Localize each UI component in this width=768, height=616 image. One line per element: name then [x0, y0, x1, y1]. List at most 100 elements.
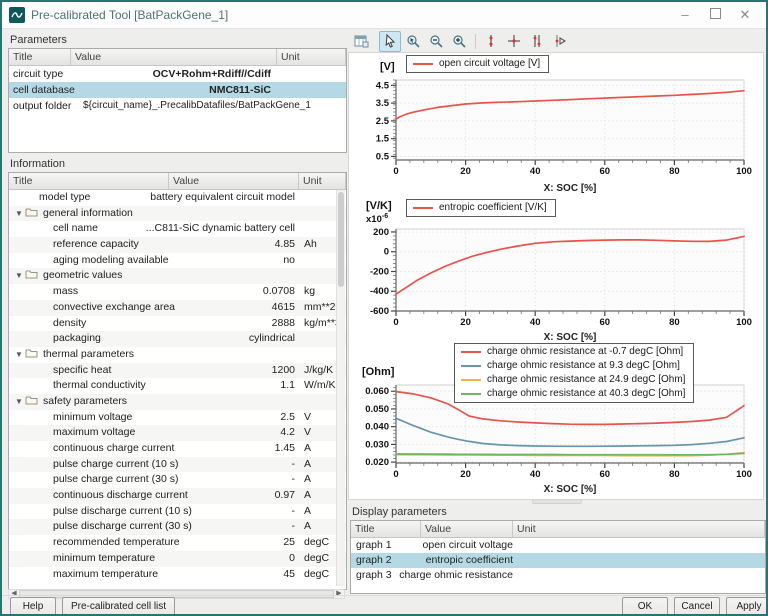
table-header: TitleValueUnit	[351, 521, 765, 538]
information-row-pulse-discharge-current-30-s-[interactable]: pulse discharge current (30 s)-A	[9, 519, 346, 535]
information-row-general-information[interactable]: ▼general information	[9, 206, 346, 222]
row-value: OCV+Rohm+Rdiff//Cdiff	[71, 66, 277, 82]
parameters-row-cell-database[interactable]: cell databaseNMC811-SiC	[9, 82, 346, 98]
row-title: pulse charge current (10 s)	[9, 457, 169, 473]
row-value: 1.1	[169, 378, 299, 394]
display-parameters-row-graph-3[interactable]: graph 3charge ohmic resistance	[351, 568, 765, 583]
display-parameters-row-graph-2[interactable]: graph 2entropic coefficient	[351, 553, 765, 568]
tree-collapse-caret-icon[interactable]: ▼	[15, 206, 25, 222]
precalibrated-cell-list-button[interactable]: Pre-calibrated cell list	[62, 597, 175, 616]
apply-button[interactable]: Apply	[726, 597, 768, 616]
information-table: TitleValueUnitmodel typebattery equivale…	[8, 172, 347, 590]
information-row-specific-heat[interactable]: specific heat1200J/kg/K	[9, 363, 346, 379]
minimize-button[interactable]: –	[670, 2, 700, 28]
parameters-row-output-folder[interactable]: output folder${circuit_name}_.PrecalibDa…	[9, 98, 346, 114]
information-row-maximum-temperature[interactable]: maximum temperature45degC	[9, 567, 346, 583]
row-value: 0.97	[169, 488, 299, 504]
information-row-density[interactable]: density2888kg/m**3	[9, 316, 346, 332]
legend-label: charge ohmic resistance at 9.3 degC [Ohm…	[487, 360, 680, 372]
double-cursor-marker-icon[interactable]	[526, 31, 548, 52]
row-value: 2.5	[169, 410, 299, 426]
column-header-value[interactable]: Value	[169, 173, 299, 189]
information-vertical-scrollbar[interactable]	[336, 190, 345, 586]
information-row-continuous-discharge-current[interactable]: continuous discharge current0.97A	[9, 488, 346, 504]
row-title: graph 2	[351, 553, 421, 568]
scrollbar-thumb[interactable]	[338, 192, 344, 287]
precalibrated-tool-window: Pre-calibrated Tool [BatPackGene_1] – ✕ …	[0, 0, 768, 616]
legend-label: charge ohmic resistance at -0.7 degC [Oh…	[487, 346, 683, 358]
legend-label: charge ohmic resistance at 24.9 degC [Oh…	[487, 374, 685, 386]
ok-button[interactable]: OK	[622, 597, 668, 616]
row-title: cell database	[9, 82, 71, 98]
legend-line-swatch	[413, 207, 433, 209]
display-parameters-row-graph-1[interactable]: graph 1open circuit voltage	[351, 538, 765, 553]
column-header-unit[interactable]: Unit	[513, 521, 765, 537]
information-row-thermal-parameters[interactable]: ▼thermal parameters	[9, 347, 346, 363]
parameters-row-circuit-type[interactable]: circuit typeOCV+Rohm+Rdiff//Cdiff	[9, 66, 346, 82]
zoom-box-icon[interactable]	[402, 31, 424, 52]
plot-settings-icon[interactable]	[350, 31, 372, 52]
close-button[interactable]: ✕	[730, 2, 760, 28]
information-row-minimum-temperature[interactable]: minimum temperature0degC	[9, 551, 346, 567]
legend-label: charge ohmic resistance at 40.3 degC [Oh…	[487, 388, 685, 400]
column-header-unit[interactable]: Unit	[299, 173, 346, 189]
row-title: circuit type	[9, 66, 71, 82]
window-title: Pre-calibrated Tool [BatPackGene_1]	[31, 2, 228, 28]
panel-splitter-handle[interactable]	[532, 499, 582, 504]
information-row-thermal-conductivity[interactable]: thermal conductivity1.1W/m/K	[9, 378, 346, 394]
row-value: battery equivalent circuit model	[169, 190, 299, 206]
y-axis-unit-label: [Ohm]	[362, 366, 394, 378]
information-row-geometric-values[interactable]: ▼geometric values	[9, 268, 346, 284]
tree-collapse-caret-icon[interactable]: ▼	[15, 268, 25, 284]
crosshair-marker-icon[interactable]	[503, 31, 525, 52]
svg-text:100: 100	[736, 469, 752, 480]
legend-line-swatch	[413, 63, 433, 65]
information-row-maximum-voltage[interactable]: maximum voltage4.2V	[9, 425, 346, 441]
information-row-cell-name[interactable]: cell name...C811-SiC dynamic battery cel…	[9, 221, 346, 237]
column-header-title[interactable]: Title	[9, 173, 169, 189]
svg-text:0: 0	[393, 469, 398, 480]
column-header-value[interactable]: Value	[71, 49, 277, 65]
open-circuit-voltage-legend: open circuit voltage [V]	[406, 55, 549, 73]
information-row-safety-parameters[interactable]: ▼ safety parameters	[9, 394, 346, 410]
information-row-recommended-temperature[interactable]: recommended temperature25degC	[9, 535, 346, 551]
scroll-right-arrow-icon[interactable]: ▶	[334, 589, 344, 599]
column-header-title[interactable]: Title	[9, 49, 71, 65]
column-header-title[interactable]: Title	[351, 521, 421, 537]
information-row-pulse-discharge-current-10-s-[interactable]: pulse discharge current (10 s)-A	[9, 504, 346, 520]
information-row-convective-exchange-area[interactable]: convective exchange area4615mm**2	[9, 300, 346, 316]
zoom-in-icon[interactable]	[448, 31, 470, 52]
row-unit	[277, 98, 346, 114]
maximize-button[interactable]	[700, 2, 730, 28]
row-title: model type	[9, 190, 169, 206]
svg-text:3.5: 3.5	[376, 98, 390, 109]
information-row-minimum-voltage[interactable]: minimum voltage2.5V	[9, 410, 346, 426]
cancel-button[interactable]: Cancel	[674, 597, 720, 616]
information-horizontal-scrollbar[interactable]: ◀ ▶	[8, 589, 345, 599]
information-row-pulse-charge-current-10-s-[interactable]: pulse charge current (10 s)-A	[9, 457, 346, 473]
information-row-continuous-charge-current[interactable]: continuous charge current1.45A	[9, 441, 346, 457]
row-title: thermal conductivity	[9, 378, 169, 394]
information-row-reference-capacity[interactable]: reference capacity4.85Ah	[9, 237, 346, 253]
tree-collapse-caret-icon[interactable]: ▼	[15, 347, 25, 363]
column-header-unit[interactable]: Unit	[277, 49, 346, 65]
row-unit	[277, 66, 346, 82]
information-row-pulse-charge-current-30-s-[interactable]: pulse charge current (30 s)-A	[9, 472, 346, 488]
slope-marker-icon[interactable]	[549, 31, 571, 52]
information-row-model-type[interactable]: model typebattery equivalent circuit mod…	[9, 190, 346, 206]
column-header-value[interactable]: Value	[421, 521, 513, 537]
tree-collapse-caret-icon[interactable]: ▼	[15, 394, 25, 410]
zoom-out-icon[interactable]	[425, 31, 447, 52]
help-button[interactable]: Help	[10, 597, 56, 616]
legend-line-swatch	[461, 393, 481, 395]
app-icon	[9, 7, 25, 23]
information-row-aging-modeling-available[interactable]: aging modeling availableno	[9, 253, 346, 269]
cursor-marker-icon[interactable]	[480, 31, 502, 52]
information-row-packaging[interactable]: packagingcylindrical	[9, 331, 346, 347]
information-row-mass[interactable]: mass0.0708kg	[9, 284, 346, 300]
svg-text:-400: -400	[370, 286, 389, 297]
legend-item: charge ohmic resistance at 40.3 degC [Oh…	[461, 388, 685, 400]
row-title: safety parameters	[43, 395, 127, 407]
cursor-icon[interactable]	[379, 31, 401, 52]
svg-text:80: 80	[669, 469, 680, 480]
